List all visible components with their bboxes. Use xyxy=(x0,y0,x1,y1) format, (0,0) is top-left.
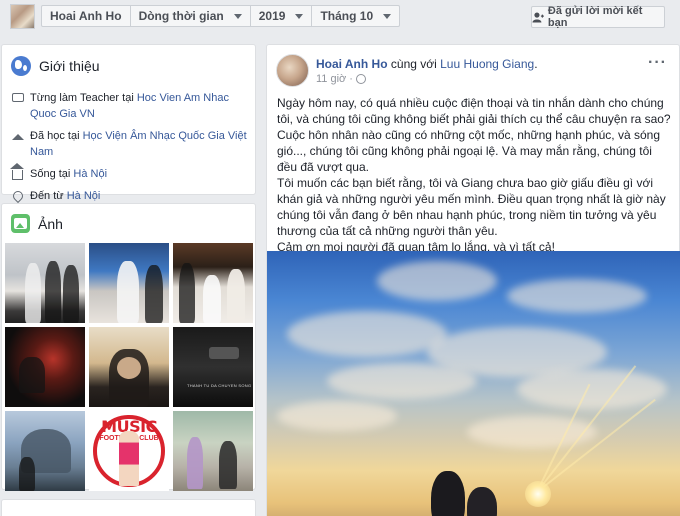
avatar[interactable] xyxy=(276,54,309,87)
breadcrumb-profile-name[interactable]: Hoai Anh Ho xyxy=(42,6,131,26)
photo-caption: THANH TU DA CHUYEN SONG xyxy=(187,383,252,388)
intro-header: Giới thiệu xyxy=(11,56,100,76)
chevron-down-icon xyxy=(295,13,304,19)
post-header: Hoai Anh Ho cùng với Luu Huong Giang. xyxy=(316,57,538,71)
profile-thumbnail[interactable] xyxy=(10,4,35,29)
timeline-nav-bar: Hoai Anh Ho Dòng thời gian 2019 Tháng 10… xyxy=(0,0,680,34)
intro-item-work: Từng làm Teacher tại Hoc Vien Am Nhac Qu… xyxy=(11,90,251,122)
timeline-dropdown-label: Dòng thời gian xyxy=(138,9,224,23)
with-text: cùng với xyxy=(387,57,441,71)
intro-item-text: Sống tại Hà Nội xyxy=(30,166,107,182)
photos-title: Ảnh xyxy=(38,215,63,232)
post-photo[interactable] xyxy=(267,251,680,516)
photo-icon xyxy=(11,214,30,233)
home-icon xyxy=(10,163,24,180)
location-pin-icon xyxy=(10,188,25,203)
tagged-person-link[interactable]: Luu Huong Giang xyxy=(440,57,534,71)
intro-item-text: Đến từ Hà Nội xyxy=(30,188,100,204)
photo-thumbnail[interactable] xyxy=(89,243,169,323)
intro-prefix: Đã học tại xyxy=(30,130,83,142)
photo-thumbnail[interactable] xyxy=(5,243,85,323)
period: . xyxy=(534,57,538,71)
current-city-link[interactable]: Hà Nội xyxy=(73,168,107,180)
year-dropdown[interactable]: 2019 xyxy=(251,6,313,26)
timeline-dropdown[interactable]: Dòng thời gian xyxy=(131,6,251,26)
photo-thumbnail[interactable] xyxy=(5,411,85,491)
photo-thumbnail[interactable] xyxy=(173,411,253,491)
month-dropdown-label: Tháng 10 xyxy=(320,9,374,23)
intro-item-text: Đã học tại Học Viện Âm Nhạc Quốc Gia Việ… xyxy=(30,128,251,160)
intro-prefix: Đến từ xyxy=(30,190,67,202)
post-body: Ngày hôm nay, có quá nhiều cuộc điện tho… xyxy=(277,95,675,255)
post-meta: 11 giờ · xyxy=(316,73,366,85)
graduation-cap-icon xyxy=(11,129,24,142)
intro-prefix: Từng làm Teacher tại xyxy=(30,92,137,104)
photos-header[interactable]: Ảnh xyxy=(11,214,63,233)
intro-item-text: Từng làm Teacher tại Hoc Vien Am Nhac Qu… xyxy=(30,90,251,122)
intro-title: Giới thiệu xyxy=(39,58,100,74)
intro-list: Từng làm Teacher tại Hoc Vien Am Nhac Qu… xyxy=(10,90,251,210)
friend-request-sent-button[interactable]: Đã gửi lời mời kết bạn xyxy=(531,5,665,29)
chevron-down-icon xyxy=(383,13,392,19)
author-link[interactable]: Hoai Anh Ho xyxy=(316,57,388,71)
photo-thumbnail[interactable]: MUSIC FOOTBALL CLUB xyxy=(89,411,169,491)
next-card-peek xyxy=(1,499,256,516)
year-dropdown-label: 2019 xyxy=(258,9,286,23)
timeline-post: Hoai Anh Ho cùng với Luu Huong Giang. 11… xyxy=(266,44,680,516)
post-paragraph: Ngày hôm nay, có quá nhiều cuộc điện tho… xyxy=(277,96,671,174)
hometown-link[interactable]: Hà Nội xyxy=(67,190,101,202)
friend-request-label: Đã gửi lời mời kết bạn xyxy=(547,5,643,29)
add-friend-icon xyxy=(532,11,544,22)
intro-card: Giới thiệu Từng làm Teacher tại Hoc Vien… xyxy=(1,44,256,203)
photo-thumbnail[interactable]: THANH TU DA CHUYEN SONG xyxy=(173,327,253,407)
photo-thumbnail[interactable] xyxy=(89,327,169,407)
profile-name-label: Hoai Anh Ho xyxy=(50,9,122,23)
timeline-breadcrumb: Hoai Anh Ho Dòng thời gian 2019 Tháng 10 xyxy=(41,5,401,27)
photo-thumbnail[interactable] xyxy=(173,243,253,323)
globe-icon xyxy=(11,56,31,76)
briefcase-icon xyxy=(11,91,24,104)
post-paragraph: Tôi muốn các bạn biết rằng, tôi và Giang… xyxy=(277,176,666,238)
more-options-icon[interactable]: ··· xyxy=(648,54,667,72)
post-timestamp[interactable]: 11 giờ xyxy=(316,73,346,85)
chevron-down-icon xyxy=(233,13,242,19)
separator: · xyxy=(349,73,353,85)
photos-card: Ảnh THANH TU DA CHUYEN SONG MUSIC CLUB xyxy=(1,203,256,491)
photo-grid: THANH TU DA CHUYEN SONG MUSIC FOOTBALL C… xyxy=(5,243,254,491)
photo-thumbnail[interactable] xyxy=(5,327,85,407)
intro-item-from: Đến từ Hà Nội xyxy=(10,188,251,204)
intro-item-education: Đã học tại Học Viện Âm Nhạc Quốc Gia Việ… xyxy=(11,128,251,160)
intro-item-lives-in: Sống tại Hà Nội xyxy=(10,163,251,182)
month-dropdown[interactable]: Tháng 10 xyxy=(312,6,399,26)
intro-prefix: Sống tại xyxy=(30,168,74,180)
globe-icon[interactable] xyxy=(355,74,366,84)
